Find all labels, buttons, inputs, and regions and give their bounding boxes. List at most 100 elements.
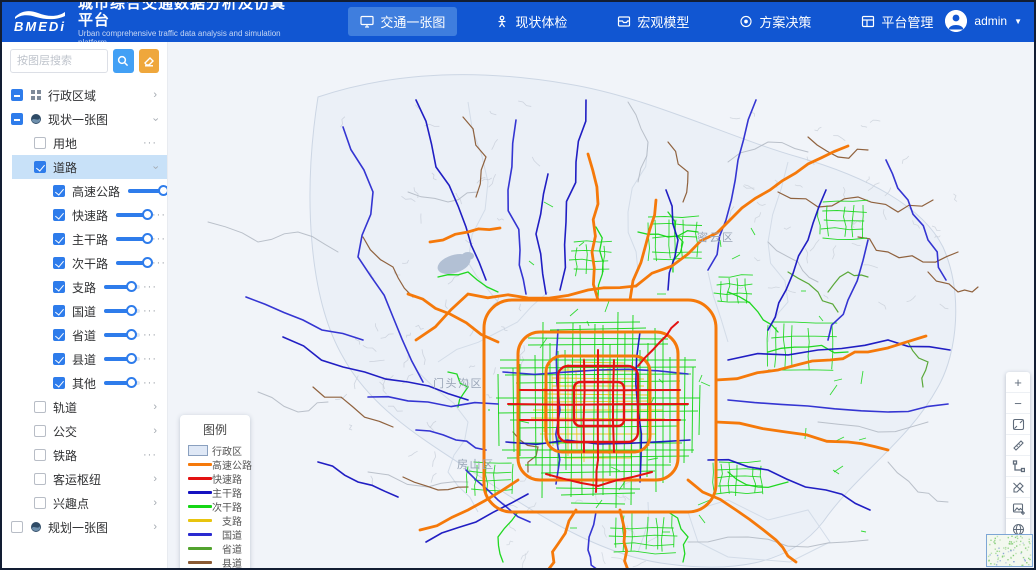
tree-item-支路[interactable]: 支路··· xyxy=(0,275,167,299)
opacity-slider-次干路[interactable] xyxy=(116,261,152,265)
tab-方案决策[interactable]: 方案决策 xyxy=(727,7,823,36)
slider-knob[interactable] xyxy=(126,329,137,340)
layer-menu-button[interactable]: ··· xyxy=(143,306,157,317)
model-box-icon xyxy=(617,15,631,28)
tree-item-县道[interactable]: 县道··· xyxy=(0,347,167,371)
map-area: 密云区门头沟区房山区 图例 行政区高速公路快速路主干路次干路支路国道省道县道其他… xyxy=(168,42,1036,570)
layer-menu-button[interactable]: ··· xyxy=(143,330,157,341)
layer-menu-button[interactable]: ··· xyxy=(143,450,157,461)
slider-knob[interactable] xyxy=(142,233,153,244)
user-menu[interactable]: admin ▼ xyxy=(945,10,1022,32)
legend-item-快速路: 快速路 xyxy=(188,471,242,485)
tab-平台管理[interactable]: 平台管理 xyxy=(849,7,945,36)
zoom-in-button[interactable]: + xyxy=(1006,372,1030,393)
person-scan-icon xyxy=(495,15,509,28)
clear-drawing-button[interactable] xyxy=(1006,477,1030,498)
checkbox-省道[interactable] xyxy=(53,329,65,341)
layer-menu-button[interactable]: ··· xyxy=(152,258,166,269)
expand-arrow-right[interactable]: › xyxy=(153,498,157,509)
tree-item-规划一张图[interactable]: 规划一张图› xyxy=(0,515,167,539)
checkbox-现状一张图[interactable] xyxy=(11,113,23,125)
opacity-slider-省道[interactable] xyxy=(104,333,140,337)
checkbox-支路[interactable] xyxy=(53,281,65,293)
measure-area-button[interactable] xyxy=(1006,456,1030,477)
checkbox-主干路[interactable] xyxy=(53,233,65,245)
opacity-slider-快速路[interactable] xyxy=(116,213,152,217)
slider-knob[interactable] xyxy=(126,353,137,364)
measure-distance-button[interactable] xyxy=(1006,435,1030,456)
tree-item-铁路[interactable]: 铁路··· xyxy=(0,443,167,467)
slider-knob[interactable] xyxy=(158,185,168,196)
checkbox-铁路[interactable] xyxy=(34,449,46,461)
export-image-button[interactable] xyxy=(1006,498,1030,519)
tree-item-轨道[interactable]: 轨道› xyxy=(0,395,167,419)
tree-item-公交[interactable]: 公交› xyxy=(0,419,167,443)
slider-knob[interactable] xyxy=(126,305,137,316)
layer-menu-button[interactable]: ··· xyxy=(152,234,166,245)
layer-menu-button[interactable]: ··· xyxy=(143,354,157,365)
opacity-slider-高速公路[interactable] xyxy=(128,189,164,193)
checkbox-规划一张图[interactable] xyxy=(11,521,23,533)
checkbox-行政区域[interactable] xyxy=(11,89,23,101)
tree-item-行政区域[interactable]: 行政区域› xyxy=(0,83,167,107)
tree-item-客运枢纽[interactable]: 客运枢纽› xyxy=(0,467,167,491)
tree-item-道路[interactable]: 道路› xyxy=(12,155,167,179)
layer-menu-button[interactable]: ··· xyxy=(143,378,157,389)
tab-现状体检[interactable]: 现状体检 xyxy=(483,7,579,36)
clear-search-button[interactable] xyxy=(139,49,160,73)
search-button[interactable] xyxy=(113,49,134,73)
expand-arrow-right[interactable]: › xyxy=(153,522,157,533)
checkbox-高速公路[interactable] xyxy=(53,185,65,197)
checkbox-国道[interactable] xyxy=(53,305,65,317)
expand-arrow-right[interactable]: › xyxy=(153,402,157,413)
tree-item-主干路[interactable]: 主干路··· xyxy=(0,227,167,251)
map-layer-icon xyxy=(30,113,42,125)
opacity-slider-其他[interactable] xyxy=(104,381,140,385)
opacity-slider-支路[interactable] xyxy=(104,285,140,289)
slider-knob[interactable] xyxy=(142,209,153,220)
slider-knob[interactable] xyxy=(126,281,137,292)
expand-arrow-down[interactable]: › xyxy=(150,165,161,169)
tree-item-快速路[interactable]: 快速路··· xyxy=(0,203,167,227)
layer-menu-button[interactable]: ··· xyxy=(143,282,157,293)
fit-extent-button[interactable] xyxy=(1006,414,1030,435)
layer-menu-button[interactable]: ··· xyxy=(143,138,157,149)
map-canvas[interactable]: 密云区门头沟区房山区 xyxy=(168,42,1036,570)
slider-knob[interactable] xyxy=(142,257,153,268)
checkbox-用地[interactable] xyxy=(34,137,46,149)
expand-arrow-down[interactable]: › xyxy=(150,117,161,121)
layer-search-input[interactable] xyxy=(10,49,108,73)
zoom-out-button[interactable]: − xyxy=(1006,393,1030,414)
expand-arrow-right[interactable]: › xyxy=(153,426,157,437)
expand-arrow-right[interactable]: › xyxy=(153,90,157,101)
tree-item-现状一张图[interactable]: 现状一张图› xyxy=(0,107,167,131)
tab-宏观模型[interactable]: 宏观模型 xyxy=(605,7,701,36)
tree-item-兴趣点[interactable]: 兴趣点› xyxy=(0,491,167,515)
checkbox-兴趣点[interactable] xyxy=(34,497,46,509)
checkbox-其他[interactable] xyxy=(53,377,65,389)
bmedi-logo: BMEDi xyxy=(14,9,66,33)
tree-item-省道[interactable]: 省道··· xyxy=(0,323,167,347)
tree-item-用地[interactable]: 用地··· xyxy=(0,131,167,155)
layer-menu-button[interactable]: ··· xyxy=(152,210,166,221)
opacity-slider-县道[interactable] xyxy=(104,357,140,361)
legend-item-国道: 国道 xyxy=(188,527,242,541)
opacity-slider-国道[interactable] xyxy=(104,309,140,313)
tree-item-其他[interactable]: 其他··· xyxy=(0,371,167,395)
legend-line-swatch xyxy=(188,561,212,564)
checkbox-快速路[interactable] xyxy=(53,209,65,221)
checkbox-轨道[interactable] xyxy=(34,401,46,413)
checkbox-道路[interactable] xyxy=(34,161,46,173)
checkbox-县道[interactable] xyxy=(53,353,65,365)
checkbox-次干路[interactable] xyxy=(53,257,65,269)
tree-item-次干路[interactable]: 次干路··· xyxy=(0,251,167,275)
tree-item-高速公路[interactable]: 高速公路··· xyxy=(0,179,167,203)
opacity-slider-主干路[interactable] xyxy=(116,237,152,241)
slider-knob[interactable] xyxy=(126,377,137,388)
expand-arrow-right[interactable]: › xyxy=(153,474,157,485)
checkbox-公交[interactable] xyxy=(34,425,46,437)
checkbox-客运枢纽[interactable] xyxy=(34,473,46,485)
tree-item-国道[interactable]: 国道··· xyxy=(0,299,167,323)
tab-交通一张图[interactable]: 交通一张图 xyxy=(348,7,457,36)
overview-map[interactable] xyxy=(986,534,1033,567)
